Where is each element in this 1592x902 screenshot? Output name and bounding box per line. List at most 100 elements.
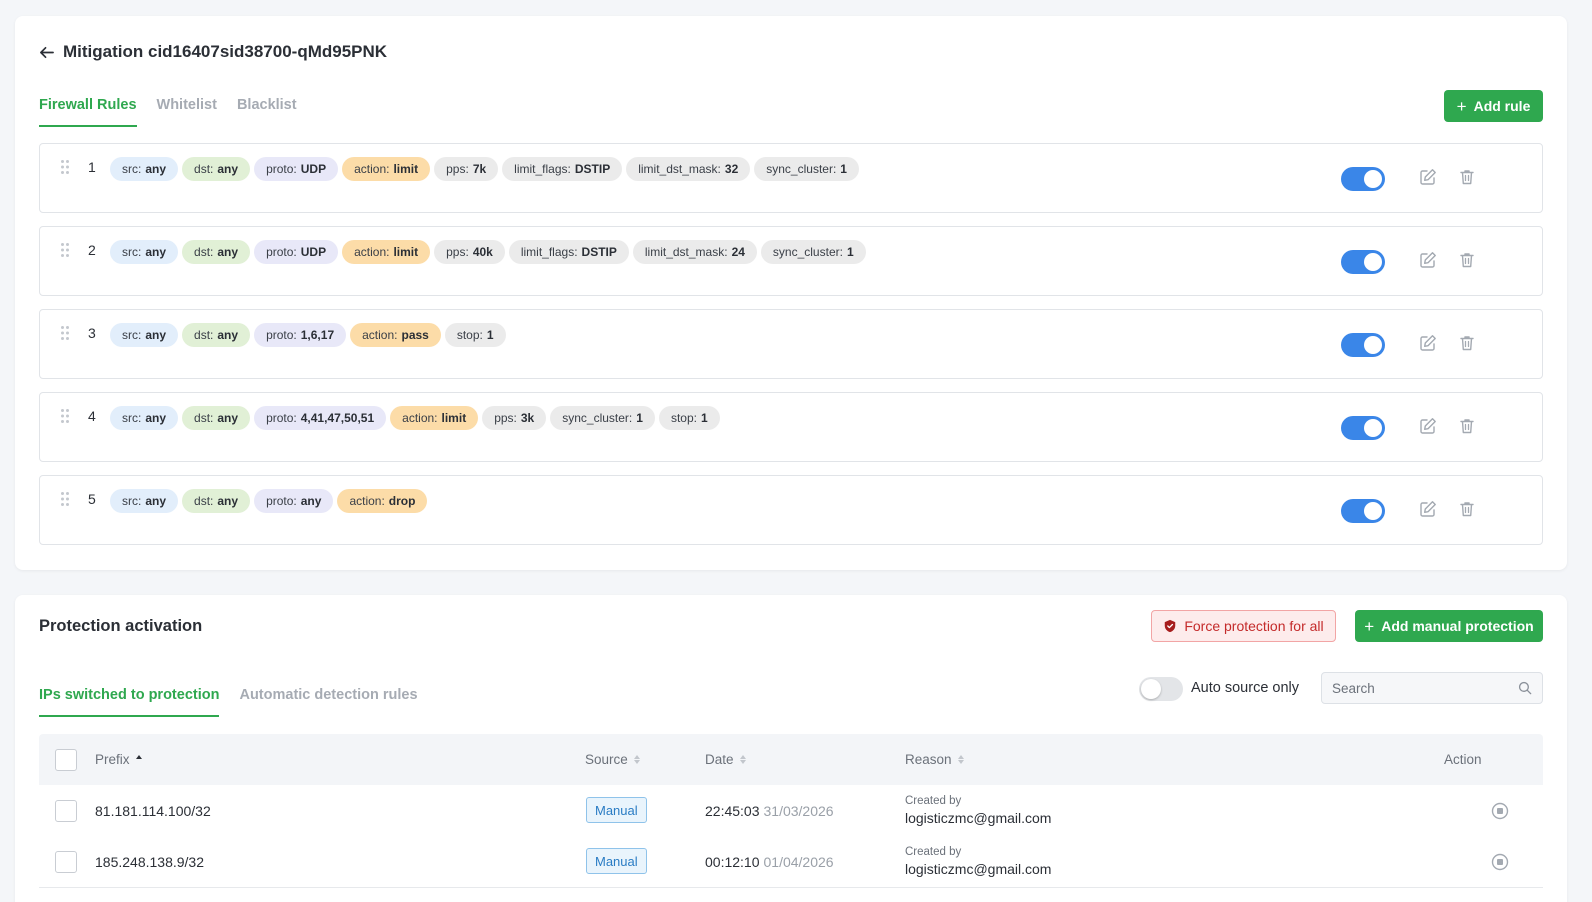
rule-chip-limit-flags: limit_flags: DSTIP <box>508 240 629 264</box>
rule-chips: src: any dst: any proto: any action: drop <box>110 489 428 513</box>
table-row: 81.181.114.100/32 Manual 22:45:03 31/03/202… <box>39 785 1543 837</box>
reason-label: Created by <box>905 846 962 858</box>
plus-icon: + <box>1364 616 1375 636</box>
rule-chip-sync-cluster: sync_cluster: 1 <box>754 157 859 181</box>
rule-chip-proto: proto: UDP <box>254 157 339 181</box>
rule-chip-dst: dst: any <box>182 323 251 347</box>
rule-chip-stop: stop: 1 <box>444 323 506 347</box>
firewall-rule: 4 src: any dst: any proto: 4,41,47,50,51 action… <box>39 392 1543 462</box>
stop-protection-icon[interactable] <box>1491 853 1509 871</box>
drag-handle-icon[interactable] <box>60 325 70 341</box>
rule-chip-stop: stop: 1 <box>658 406 720 430</box>
edit-icon[interactable] <box>1419 417 1437 435</box>
rule-enabled-toggle[interactable] <box>1341 416 1385 440</box>
reason-label: Created by <box>905 795 962 807</box>
row-time: 22:45:03 <box>705 803 760 819</box>
column-reason[interactable]: Reason <box>905 752 964 767</box>
add-manual-protection-label: Add manual protection <box>1381 618 1534 634</box>
plus-icon: + <box>1456 96 1467 116</box>
search-box <box>1321 672 1543 704</box>
tab-automatic-detection-rules[interactable]: Automatic detection rules <box>239 687 417 717</box>
edit-icon[interactable] <box>1419 334 1437 352</box>
tab-blacklist[interactable]: Blacklist <box>237 97 297 127</box>
reason-value: logisticzmc@gmail.com <box>905 861 1052 877</box>
arrow-left-icon[interactable] <box>39 45 54 60</box>
rule-chip-proto: proto: 1,6,17 <box>254 323 347 347</box>
rule-chip-dst: dst: any <box>182 240 251 264</box>
rule-enabled-toggle[interactable] <box>1341 250 1385 274</box>
rule-chip-dst: dst: any <box>182 489 251 513</box>
tab-ips-switched[interactable]: IPs switched to protection <box>39 687 220 717</box>
select-all-checkbox[interactable] <box>55 749 77 771</box>
row-date: 31/03/2026 <box>763 803 834 819</box>
page-title: Mitigation cid16407sid38700-qMd95PNK <box>39 42 387 62</box>
sort-icon <box>957 755 964 764</box>
rule-chip-pps: pps: 40k <box>434 240 505 264</box>
row-checkbox[interactable] <box>55 800 77 822</box>
row-reason: Created by logisticzmc@gmail.com <box>905 846 1051 877</box>
trash-icon[interactable] <box>1458 251 1476 269</box>
rule-number: 1 <box>88 159 96 175</box>
column-source[interactable]: Source <box>585 752 640 767</box>
row-datetime: 22:45:03 31/03/2026 <box>705 803 834 819</box>
column-prefix[interactable]: Prefix <box>95 752 142 767</box>
stop-protection-icon[interactable] <box>1491 802 1509 820</box>
row-reason: Created by logisticzmc@gmail.com <box>905 795 1051 826</box>
rule-chip-action: action: pass <box>350 323 441 347</box>
rule-chip-src: src: any <box>110 406 179 430</box>
rule-chip-action: action: drop <box>337 489 428 513</box>
edit-icon[interactable] <box>1419 251 1437 269</box>
rule-enabled-toggle[interactable] <box>1341 333 1385 357</box>
drag-handle-icon[interactable] <box>60 242 70 258</box>
rule-chip-pps: pps: 7k <box>434 157 499 181</box>
drag-handle-icon[interactable] <box>60 159 70 175</box>
rule-enabled-toggle[interactable] <box>1341 499 1385 523</box>
rule-chip-dst: dst: any <box>182 406 251 430</box>
column-action: Action <box>1444 752 1482 767</box>
edit-icon[interactable] <box>1419 168 1437 186</box>
drag-handle-icon[interactable] <box>60 408 70 424</box>
sort-icon <box>633 755 640 764</box>
force-protection-button[interactable]: Force protection for all <box>1151 610 1336 642</box>
table-header: Prefix Source Date Reason Action <box>39 734 1543 785</box>
rule-enabled-toggle[interactable] <box>1341 167 1385 191</box>
add-rule-button[interactable]: + Add rule <box>1444 90 1543 122</box>
section-title: Protection activation <box>39 617 203 635</box>
auto-source-toggle[interactable] <box>1139 677 1183 701</box>
search-icon[interactable] <box>1518 681 1532 695</box>
rule-chip-action: action: limit <box>390 406 479 430</box>
row-checkbox[interactable] <box>55 851 77 873</box>
search-input[interactable] <box>1322 673 1502 703</box>
page-title-text: Mitigation cid16407sid38700-qMd95PNK <box>63 42 388 61</box>
rule-chip-action: action: limit <box>342 157 431 181</box>
rule-chip-pps: pps: 3k <box>482 406 547 430</box>
trash-icon[interactable] <box>1458 500 1476 518</box>
rule-number: 5 <box>88 491 96 507</box>
rule-chips: src: any dst: any proto: UDP action: limit pps: 7… <box>110 157 859 181</box>
drag-handle-icon[interactable] <box>60 491 70 507</box>
rule-chip-dst: dst: any <box>182 157 251 181</box>
source-badge: Manual <box>586 797 647 823</box>
edit-icon[interactable] <box>1419 500 1437 518</box>
sort-asc-icon <box>135 755 142 764</box>
firewall-rule: 5 src: any dst: any proto: any action: drop <box>39 475 1543 545</box>
reason-value: logisticzmc@gmail.com <box>905 810 1052 826</box>
tab-whitelist[interactable]: Whitelist <box>157 97 217 127</box>
row-prefix: 81.181.114.100/32 <box>95 803 211 819</box>
trash-icon[interactable] <box>1458 168 1476 186</box>
firewall-rule: 2 src: any dst: any proto: UDP action: limit pps:… <box>39 226 1543 296</box>
rule-chip-action: action: limit <box>342 240 431 264</box>
sort-icon <box>739 755 746 764</box>
tab-firewall-rules[interactable]: Firewall Rules <box>39 97 137 127</box>
trash-icon[interactable] <box>1458 334 1476 352</box>
column-date[interactable]: Date <box>705 752 746 767</box>
add-manual-protection-button[interactable]: + Add manual protection <box>1355 610 1543 642</box>
rule-chip-proto: proto: UDP <box>254 240 339 264</box>
trash-icon[interactable] <box>1458 417 1476 435</box>
rule-chip-limit-dst-mask: limit_dst_mask: 32 <box>626 157 751 181</box>
firewall-rule: 1 src: any dst: any proto: UDP action: limit pps:… <box>39 143 1543 213</box>
rule-chip-proto: proto: 4,41,47,50,51 <box>254 406 387 430</box>
rule-chips: src: any dst: any proto: UDP action: limit pps: 4… <box>110 240 866 264</box>
rule-chips: src: any dst: any proto: 4,41,47,50,51 action:… <box>110 406 720 430</box>
add-rule-label: Add rule <box>1473 98 1531 114</box>
